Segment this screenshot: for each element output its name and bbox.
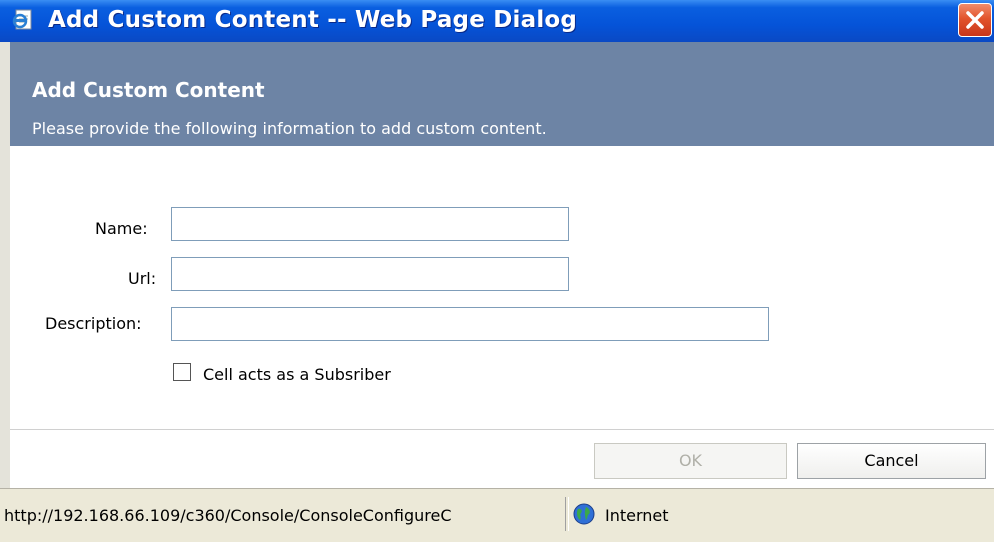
ok-button[interactable]: OK [594,443,787,479]
header-subtitle: Please provide the following information… [32,119,547,138]
name-label: Name: [95,219,148,238]
status-zone: Internet [605,506,669,525]
name-field[interactable] [171,207,569,241]
cancel-button[interactable]: Cancel [797,443,986,479]
status-divider [565,497,569,531]
dialog-header: Add Custom Content Please provide the fo… [10,42,994,146]
footer-divider [10,429,994,430]
close-button[interactable] [958,3,992,37]
subscriber-checkbox[interactable] [173,363,191,381]
url-field[interactable] [171,257,569,291]
close-icon [966,11,984,29]
globe-icon [573,503,595,525]
status-bar: http://192.168.66.109/c360/Console/Conso… [0,488,994,542]
title-bar[interactable]: Add Custom Content -- Web Page Dialog [0,0,994,42]
description-label: Description: [45,314,142,333]
header-title: Add Custom Content [32,78,265,102]
status-url: http://192.168.66.109/c360/Console/Conso… [4,506,452,525]
window-title: Add Custom Content -- Web Page Dialog [48,7,578,33]
description-field[interactable] [171,307,769,341]
ie-page-icon [12,8,36,32]
window-frame-left [0,42,10,488]
subscriber-checkbox-label: Cell acts as a Subsriber [203,365,391,384]
url-label: Url: [128,269,157,288]
